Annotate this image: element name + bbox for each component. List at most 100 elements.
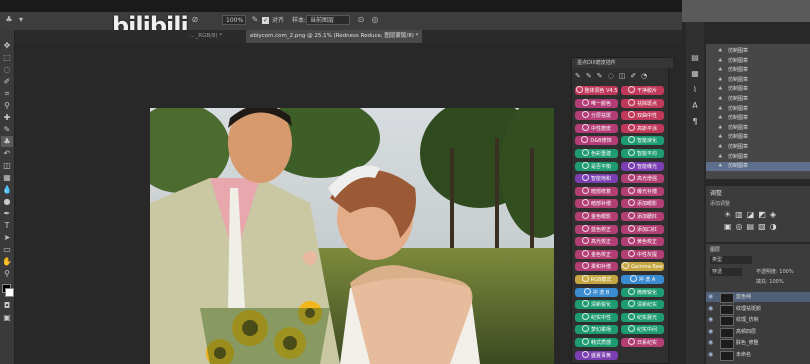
plugin-button[interactable]: 智能液化 bbox=[621, 136, 664, 146]
marquee-tool-icon[interactable]: ⬚ bbox=[1, 52, 13, 63]
brush-settings-icon[interactable]: ⊘ bbox=[190, 15, 200, 25]
plugin-toolbar-icons[interactable]: ✎✎✎◌◫✐◔ bbox=[575, 72, 667, 82]
plugin-button[interactable]: 色彩重建 bbox=[575, 149, 618, 158]
zoom-select[interactable]: 100% bbox=[222, 15, 246, 25]
history-item[interactable]: ♣ 仿制图章 bbox=[706, 124, 810, 133]
plugin-button[interactable]: 纪实晨光 bbox=[621, 312, 664, 322]
history-item[interactable]: ♣ 仿制图章 bbox=[706, 143, 810, 152]
visibility-eye-icon[interactable]: ◉ bbox=[708, 327, 714, 337]
plugin-button[interactable]: 柔和补偿 bbox=[575, 262, 618, 272]
plugin-button[interactable]: 金色校正 bbox=[575, 249, 618, 259]
background-color-swatch[interactable] bbox=[5, 288, 14, 297]
plugin-button[interactable]: 冲 洗 A bbox=[621, 275, 664, 284]
plugin-button[interactable]: 添加口红 bbox=[621, 224, 664, 234]
history-item[interactable]: ♣ 仿制图章 bbox=[706, 153, 810, 162]
quick-mask-icon[interactable]: ◘ bbox=[1, 300, 13, 311]
adjustment-icons-row-2[interactable]: ▣◎▤▧◑ bbox=[724, 222, 781, 231]
history-item[interactable]: ♣ 仿制图章 bbox=[706, 162, 810, 172]
history-item[interactable]: ♣ 仿制图章 bbox=[706, 133, 810, 142]
plugin-button[interactable]: 添加眼影 bbox=[621, 199, 664, 209]
gradient-tool-icon[interactable]: ▦ bbox=[1, 172, 13, 183]
plugin-button[interactable]: 是否平衡 bbox=[575, 161, 618, 171]
clone-stamp-tool-icon[interactable]: ♣ bbox=[1, 136, 13, 147]
plugin-button[interactable]: 整体调色 V4.5 bbox=[575, 86, 618, 95]
plugin-button[interactable]: 添加腮红 bbox=[621, 212, 664, 221]
plugin-button[interactable]: 智能饱和 bbox=[575, 174, 618, 184]
plugin-button[interactable]: 干净胶片 bbox=[621, 86, 664, 95]
zoom-tool-icon[interactable]: ⚲ bbox=[1, 268, 13, 279]
plugin-button[interactable]: 黄色校正 bbox=[621, 237, 664, 247]
layer-row[interactable]: ◉ 蓝色纯 bbox=[706, 292, 810, 303]
history-item[interactable]: ♣ 仿制图章 bbox=[706, 85, 810, 94]
plugin-button[interactable]: 暗部修复 bbox=[575, 186, 618, 196]
plugin-button[interactable]: 分层祛斑 bbox=[575, 111, 618, 121]
layer-row[interactable]: ◉ 未命名 bbox=[706, 350, 810, 361]
aligned-checkbox[interactable]: ✓ bbox=[262, 17, 269, 24]
pen-tool-icon[interactable]: ✒ bbox=[1, 208, 13, 219]
airbrush-icon[interactable]: ✎ bbox=[250, 15, 260, 25]
plugin-button[interactable]: 高斯平涂 bbox=[621, 123, 664, 133]
plugin-button[interactable]: 中性灰提 bbox=[621, 249, 664, 259]
plugin-button[interactable]: 金色眼影 bbox=[575, 212, 618, 221]
plugin-button[interactable]: 冲 洗 B bbox=[575, 287, 618, 297]
adjustment-icons-row-1[interactable]: ☀▥◪◩◈ bbox=[724, 210, 780, 219]
visibility-eye-icon[interactable]: ◉ bbox=[708, 338, 714, 348]
visibility-eye-icon[interactable]: ◉ bbox=[708, 304, 714, 314]
brush-tool-icon[interactable]: ✎ bbox=[1, 124, 13, 135]
type-tool-icon[interactable]: T bbox=[1, 220, 13, 231]
dodge-tool-icon[interactable]: ● bbox=[1, 196, 13, 207]
plugin-button[interactable]: 高光增强 bbox=[621, 174, 664, 184]
quick-select-tool-icon[interactable]: ✐ bbox=[1, 76, 13, 87]
plugin-button[interactable]: 高光校正 bbox=[575, 237, 618, 247]
wedding-photo[interactable] bbox=[150, 108, 554, 364]
opacity-field[interactable]: 不透明度: 100% bbox=[756, 268, 794, 275]
history-item[interactable]: ♣ 仿制图章 bbox=[706, 114, 810, 123]
eyedropper-tool-icon[interactable]: ⚲ bbox=[1, 100, 13, 111]
plugin-button[interactable]: 智能平均 bbox=[621, 149, 664, 158]
layer-row[interactable]: ◉ 肤色_修整 bbox=[706, 338, 810, 349]
layer-row[interactable]: ◉ 纹理_仿制 bbox=[706, 315, 810, 326]
blur-tool-icon[interactable]: 💧 bbox=[1, 184, 13, 195]
clone-stamp-tool-icon[interactable]: ♣ bbox=[4, 15, 14, 25]
brush-panel-icon[interactable]: ⌇ bbox=[689, 84, 701, 95]
plugin-button[interactable]: RGB模式 bbox=[575, 275, 618, 284]
plugin-button[interactable]: 蓝色校正 bbox=[575, 224, 618, 234]
plugin-button[interactable]: 纪实中间 bbox=[621, 325, 664, 335]
visibility-eye-icon[interactable]: ◉ bbox=[708, 350, 714, 360]
layer-filter-select[interactable]: 类型 bbox=[710, 256, 752, 264]
layer-row[interactable]: ◉ 纹理祛斑颜 bbox=[706, 304, 810, 315]
plugin-button[interactable]: 清新纪实 bbox=[621, 300, 664, 310]
plugin-button[interactable]: 祛除斑点 bbox=[621, 98, 664, 108]
ignore-adjustment-icon[interactable]: ⊙ bbox=[356, 15, 366, 25]
visibility-eye-icon[interactable]: ◉ bbox=[708, 315, 714, 325]
sample-select[interactable]: 当前图层 bbox=[306, 15, 350, 25]
history-item[interactable]: ♣ 仿制图章 bbox=[706, 76, 810, 85]
plugin-button[interactable]: 唯一颜色 bbox=[575, 98, 618, 108]
plugin-button[interactable]: 韩式质感 bbox=[575, 338, 618, 347]
plugin-button[interactable]: Gamma Raw bbox=[621, 262, 664, 272]
history-panel-icon[interactable]: ▤ bbox=[689, 52, 701, 63]
plugin-button[interactable]: 清新锐化 bbox=[575, 300, 618, 310]
dropdown-arrow-icon[interactable]: ▾ bbox=[16, 15, 26, 25]
plugin-button[interactable]: 暗部补偿 bbox=[575, 199, 618, 209]
visibility-eye-icon[interactable]: ◉ bbox=[708, 292, 714, 302]
paragraph-panel-icon[interactable]: ¶ bbox=[689, 116, 701, 127]
history-item[interactable]: ♣ 仿制图章 bbox=[706, 95, 810, 104]
history-brush-tool-icon[interactable]: ↶ bbox=[1, 148, 13, 159]
character-panel-icon[interactable]: A bbox=[689, 100, 701, 111]
history-item[interactable]: ♣ 仿制图章 bbox=[706, 47, 810, 56]
plugin-button[interactable]: 盛夏青黄 bbox=[575, 350, 618, 360]
tab-document-1[interactable]: …_RGB/8) * bbox=[186, 30, 226, 43]
history-item[interactable]: ♣ 仿制图章 bbox=[706, 57, 810, 66]
plugin-button[interactable]: 纪实中性 bbox=[575, 312, 618, 322]
blend-mode-select[interactable]: 穿透 bbox=[710, 268, 742, 276]
pressure-icon[interactable]: ◎ bbox=[370, 15, 380, 25]
history-item[interactable]: ♣ 仿制图章 bbox=[706, 66, 810, 75]
healing-brush-tool-icon[interactable]: ✚ bbox=[1, 112, 13, 123]
crop-tool-icon[interactable]: ⌗ bbox=[1, 88, 13, 99]
plugin-button[interactable]: 梦幻柔场 bbox=[575, 325, 618, 335]
move-tool-icon[interactable]: ✥ bbox=[1, 40, 13, 51]
tab-document-2[interactable]: ebiycom.com_2.png @ 25.1% (Redness Reduc… bbox=[246, 30, 423, 43]
layers-tab[interactable]: 图层 bbox=[710, 246, 720, 253]
shape-tool-icon[interactable]: ▭ bbox=[1, 244, 13, 255]
